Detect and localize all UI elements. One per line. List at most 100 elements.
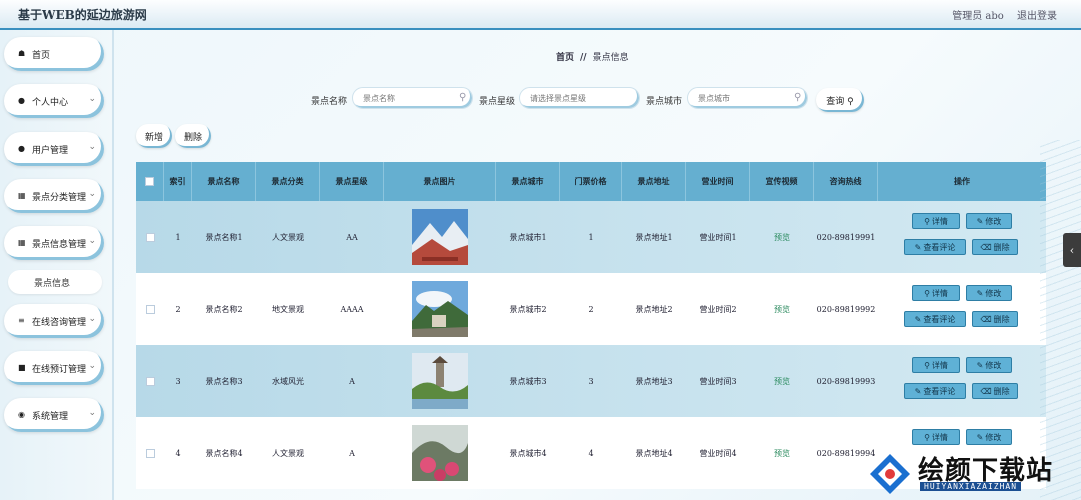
search-city-label: 景点城市 <box>646 97 683 107</box>
edit-button[interactable]: ✎ 修改 <box>966 429 1012 445</box>
sidebar-item-booking[interactable]: ■ 在线预订管理 ⌄ <box>4 351 104 385</box>
sidebar-item-category[interactable]: ▦ 景点分类管理 ⌄ <box>4 179 104 213</box>
breadcrumb-separator: // <box>580 53 587 63</box>
sidebar-subitem-scenic-info[interactable]: 景点信息 <box>8 270 102 294</box>
add-button[interactable]: 新增 <box>136 124 172 148</box>
cell-price: 1 <box>588 232 594 242</box>
col-category: 景点分类 <box>256 162 320 201</box>
watermark-subtext: HUIYANXIAZAIZHAN <box>920 482 1022 491</box>
grid-icon: ▦ <box>18 191 26 200</box>
scenic-image[interactable] <box>412 425 468 481</box>
scenic-image[interactable] <box>412 209 468 265</box>
edit-button[interactable]: ✎ 修改 <box>966 285 1012 301</box>
row-checkbox[interactable] <box>145 448 155 458</box>
cell-category: 人文景观 <box>272 232 304 242</box>
delete-row-button[interactable]: ⌫ 删除 <box>972 383 1018 399</box>
table-header: 索引 景点名称 景点分类 景点星级 景点图片 景点城市 门票价格 景点地址 营业… <box>136 162 1046 201</box>
edit-icon: ✎ <box>914 314 922 324</box>
video-preview-link[interactable]: 预览 <box>750 273 814 345</box>
detail-button[interactable]: ⚲ 详情 <box>912 213 960 229</box>
sidebar-item-label: 系统管理 <box>32 412 69 422</box>
cell-city: 景点城市3 <box>509 376 547 386</box>
chevron-down-icon: ⌄ <box>88 314 96 324</box>
view-comments-button[interactable]: ✎ 查看评论 <box>904 311 966 327</box>
sidebar-item-profile[interactable]: ● 个人中心 ⌄ <box>4 84 104 118</box>
video-preview-link[interactable]: 预览 <box>750 417 814 489</box>
sidebar-item-consult[interactable]: ≡ 在线咨询管理 ⌄ <box>4 304 104 338</box>
trash-icon: ⌫ <box>980 242 992 252</box>
cell-index: 4 <box>175 448 181 458</box>
col-name: 景点名称 <box>192 162 256 201</box>
cell-name: 景点名称2 <box>205 304 243 314</box>
edit-button[interactable]: ✎ 修改 <box>966 357 1012 373</box>
row-checkbox[interactable] <box>145 304 155 314</box>
search-icon: ⚲ <box>924 216 930 226</box>
cell-index: 1 <box>175 232 181 242</box>
watermark-logo-icon <box>870 454 910 494</box>
delete-button[interactable]: 删除 <box>175 124 211 148</box>
detail-label: 详情 <box>931 360 948 370</box>
edit-label: 修改 <box>985 360 1002 370</box>
scenic-image[interactable] <box>412 353 468 409</box>
col-video: 宣传视频 <box>750 162 814 201</box>
cell-hours: 营业时间2 <box>699 304 737 314</box>
sidebar-item-scenic-info[interactable]: ▦ 景点信息管理 ⌄ <box>4 226 104 260</box>
view-comments-button[interactable]: ✎ 查看评论 <box>904 383 966 399</box>
cell-category: 人文景观 <box>272 448 304 458</box>
breadcrumb-home[interactable]: 首页 <box>556 53 574 63</box>
row-checkbox[interactable] <box>145 376 155 386</box>
detail-button[interactable]: ⚲ 详情 <box>912 357 960 373</box>
sidebar-item-system[interactable]: ◉ 系统管理 ⌄ <box>4 398 104 432</box>
delete-label: 删除 <box>993 314 1010 324</box>
comments-label: 查看评论 <box>923 386 956 396</box>
sidebar-item-label: 在线预订管理 <box>32 365 87 375</box>
scenic-image[interactable] <box>412 281 468 337</box>
cell-index: 2 <box>175 304 181 314</box>
edit-label: 修改 <box>985 288 1002 298</box>
query-button[interactable]: 查询 ⚲ <box>816 88 864 112</box>
search-city-input[interactable] <box>687 87 808 109</box>
detail-label: 详情 <box>931 432 948 442</box>
edit-icon: ✎ <box>976 432 984 442</box>
delete-label: 删除 <box>993 242 1010 252</box>
cell-star: A <box>349 376 355 386</box>
cell-name: 景点名称4 <box>205 448 243 458</box>
chevron-down-icon: ⌄ <box>88 408 96 418</box>
view-comments-button[interactable]: ✎ 查看评论 <box>904 239 966 255</box>
cell-city: 景点城市2 <box>509 304 547 314</box>
chevron-down-icon: ⌄ <box>88 236 96 246</box>
top-bar: 基于WEB的延边旅游网 管理员 abo 退出登录 <box>0 0 1081 30</box>
video-preview-link[interactable]: 预览 <box>750 201 814 273</box>
sidebar-item-label: 景点分类管理 <box>32 193 87 203</box>
detail-label: 详情 <box>931 216 948 226</box>
select-all-checkbox[interactable] <box>136 162 164 201</box>
trash-icon: ⌫ <box>980 386 992 396</box>
search-star-select[interactable] <box>519 87 640 109</box>
delete-row-button[interactable]: ⌫ 删除 <box>972 239 1018 255</box>
detail-button[interactable]: ⚲ 详情 <box>912 285 960 301</box>
detail-button[interactable]: ⚲ 详情 <box>912 429 960 445</box>
table-row: 2 景点名称2 地文景观 AAAA 景点城市2 2 景点地址2 营业时间2 预览… <box>136 273 1046 345</box>
checkbox[interactable] <box>145 177 154 186</box>
sliders-icon: ≡ <box>18 316 25 325</box>
search-icon: ⚲ <box>924 432 930 442</box>
col-index: 索引 <box>164 162 192 201</box>
row-checkbox[interactable] <box>145 232 155 242</box>
logout-link[interactable]: 退出登录 <box>1017 11 1057 22</box>
cell-city: 景点城市4 <box>509 448 547 458</box>
sidebar-item-label: 景点信息管理 <box>32 240 87 250</box>
search-icon: ⚲ <box>459 92 467 103</box>
search-icon: ⚲ <box>924 360 930 370</box>
search-name-input[interactable] <box>352 87 473 109</box>
sidebar: ☗ 首页 ● 个人中心 ⌄ ● 用户管理 ⌄ ▦ 景点分类管理 ⌄ ▦ 景点信息… <box>0 30 114 500</box>
chevron-down-icon: ⌄ <box>88 142 96 152</box>
cell-star: AA <box>346 232 358 242</box>
sidebar-item-users[interactable]: ● 用户管理 ⌄ <box>4 132 104 166</box>
sidebar-item-home[interactable]: ☗ 首页 <box>4 37 104 71</box>
chevron-left-icon[interactable]: ‹ <box>1063 233 1081 267</box>
edit-button[interactable]: ✎ 修改 <box>966 213 1012 229</box>
user-icon: ● <box>18 144 25 153</box>
video-preview-link[interactable]: 预览 <box>750 345 814 417</box>
delete-row-button[interactable]: ⌫ 删除 <box>972 311 1018 327</box>
sidebar-item-label: 个人中心 <box>32 98 69 108</box>
